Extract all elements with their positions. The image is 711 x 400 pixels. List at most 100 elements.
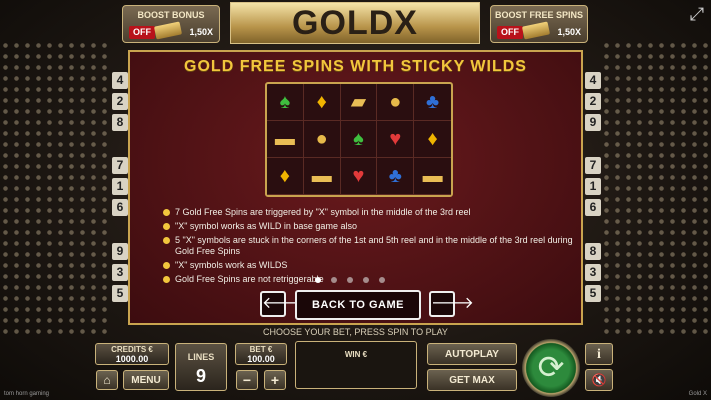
diamond-icon: ♦ bbox=[279, 165, 290, 187]
page-dot[interactable] bbox=[363, 277, 369, 283]
reel-cell: ♥ bbox=[340, 158, 378, 195]
next-page-button[interactable]: 🡒 bbox=[429, 291, 474, 317]
payline-number[interactable]: 9 bbox=[585, 114, 601, 131]
reel-cell: ♣ bbox=[377, 158, 415, 195]
spade-icon: ♠ bbox=[353, 128, 364, 150]
page-dot[interactable] bbox=[379, 277, 385, 283]
feature-item: 5 "X" symbols are stuck in the corners o… bbox=[163, 235, 573, 257]
heart-icon: ♥ bbox=[389, 128, 402, 150]
coins-icon: ● bbox=[315, 128, 328, 150]
payline-number[interactable]: 3 bbox=[112, 264, 128, 281]
reel-cell: ▬ bbox=[267, 121, 304, 158]
feature-list: 7 Gold Free Spins are triggered by "X" s… bbox=[163, 207, 573, 288]
credits-label: CREDITS € bbox=[111, 345, 153, 354]
bet-minus-button[interactable]: − bbox=[236, 370, 258, 390]
club-icon: ♣ bbox=[388, 165, 402, 187]
reel-cell: ♦ bbox=[414, 121, 451, 158]
gold-bar-icon: ▬ bbox=[274, 128, 295, 150]
payline-number[interactable]: 5 bbox=[112, 285, 128, 302]
boost-bonus-state[interactable]: OFF bbox=[129, 26, 155, 39]
payline-number[interactable]: 8 bbox=[112, 114, 128, 131]
fullscreen-icon[interactable]: ⤢ bbox=[687, 4, 707, 24]
info-button[interactable]: i bbox=[585, 343, 613, 365]
bet-plus-button[interactable]: + bbox=[264, 370, 286, 390]
reel-cell: ♠ bbox=[340, 121, 378, 158]
payline-numbers-left: 4 2 8 bbox=[112, 72, 128, 135]
payline-numbers-right: 7 1 6 bbox=[585, 157, 601, 220]
bet-display: BET € 100.00 bbox=[235, 343, 287, 365]
payline-numbers-left: 9 3 5 bbox=[112, 243, 128, 306]
prev-page-button[interactable]: 🡐 bbox=[260, 291, 305, 317]
menu-button[interactable]: MENU bbox=[123, 370, 169, 390]
gold-bar-icon: ▬ bbox=[422, 165, 443, 187]
diamond-icon: ♦ bbox=[427, 128, 438, 150]
gold-bar-icon bbox=[521, 21, 551, 40]
heart-icon: ♥ bbox=[352, 165, 365, 187]
club-icon: ♣ bbox=[426, 91, 440, 113]
payline-number[interactable]: 5 bbox=[585, 285, 601, 302]
game-logo: GOLDX bbox=[230, 2, 480, 44]
payline-number[interactable]: 1 bbox=[585, 178, 601, 195]
win-label: WIN € bbox=[344, 350, 368, 359]
home-button[interactable]: ⌂ bbox=[96, 370, 118, 390]
spin-button[interactable]: ⟳ bbox=[522, 339, 580, 397]
boost-bonus-toggle[interactable]: BOOST BONUS OFF 1,50X bbox=[122, 5, 220, 43]
coins-icon: ● bbox=[389, 91, 402, 113]
reel-cell: ♠ bbox=[267, 84, 304, 121]
payline-number[interactable]: 8 bbox=[585, 243, 601, 260]
page-dot[interactable] bbox=[347, 277, 353, 283]
payline-number[interactable]: 3 bbox=[585, 264, 601, 281]
mute-icon: 🔇 bbox=[591, 373, 607, 387]
win-display: WIN € bbox=[295, 341, 417, 389]
gold-bar-icon bbox=[153, 21, 183, 40]
reel-cell: ▬ bbox=[303, 158, 341, 195]
credits-value: 1000.00 bbox=[115, 354, 149, 364]
reel-grid: ♠ ♦ ▰ ● ♣ ▬ ● ♠ ♥ ♦ ♦ ▬ ♥ ♣ ▬ bbox=[265, 82, 453, 197]
credits-display: CREDITS € 1000.00 bbox=[95, 343, 169, 365]
reel-cell: ♥ bbox=[377, 121, 415, 158]
bet-label: BET € bbox=[249, 345, 273, 354]
payline-number[interactable]: 2 bbox=[585, 93, 601, 110]
payline-number[interactable]: 4 bbox=[112, 72, 128, 89]
game-name-label: Gold X bbox=[688, 391, 707, 397]
boost-free-spins-state[interactable]: OFF bbox=[497, 26, 523, 39]
payline-number[interactable]: 6 bbox=[585, 199, 601, 216]
boost-free-spins-multiplier: 1,50X bbox=[557, 27, 581, 37]
reel-cell: ▰ bbox=[340, 84, 378, 121]
payline-number[interactable]: 2 bbox=[112, 93, 128, 110]
spade-icon: ♠ bbox=[279, 91, 291, 113]
payline-number[interactable]: 1 bbox=[112, 178, 128, 195]
payline-number[interactable]: 4 bbox=[585, 72, 601, 89]
boost-free-spins-toggle[interactable]: BOOST FREE SPINS OFF 1,50X bbox=[490, 5, 588, 43]
reel-cell: ♦ bbox=[267, 158, 304, 195]
boost-free-spins-title: BOOST FREE SPINS bbox=[494, 10, 583, 20]
autoplay-button[interactable]: AUTOPLAY bbox=[427, 343, 517, 365]
payline-number[interactable]: 7 bbox=[585, 157, 601, 174]
lines-display: LINES 9 bbox=[175, 343, 227, 391]
page-dot[interactable] bbox=[315, 277, 321, 283]
feature-item: "X" symbols work as WILDS bbox=[163, 260, 573, 271]
sound-button[interactable]: 🔇 bbox=[585, 369, 613, 391]
gold-bar-icon: ▬ bbox=[311, 165, 332, 187]
boost-bonus-multiplier: 1,50X bbox=[189, 27, 213, 37]
bet-value: 100.00 bbox=[247, 354, 275, 364]
payline-number[interactable]: 6 bbox=[112, 199, 128, 216]
bet-hint: CHOOSE YOUR BET, PRESS SPIN TO PLAY bbox=[263, 327, 448, 337]
home-icon: ⌂ bbox=[103, 373, 111, 387]
feature-item: "X" symbol works as WILD in base game al… bbox=[163, 221, 573, 232]
provider-label: tom horn gaming bbox=[4, 391, 50, 397]
control-bar: CREDITS € 1000.00 ⌂ MENU LINES 9 BET € 1… bbox=[0, 338, 711, 400]
payline-numbers-right: 8 3 5 bbox=[585, 243, 601, 306]
get-max-button[interactable]: GET MAX bbox=[427, 369, 517, 391]
lines-label: LINES bbox=[187, 352, 215, 362]
info-panel: GOLD FREE SPINS WITH STICKY WILDS ♠ ♦ ▰ ● ♣ ▬… bbox=[128, 50, 583, 325]
lines-value: 9 bbox=[195, 366, 206, 386]
payline-number[interactable]: 7 bbox=[112, 157, 128, 174]
page-dot[interactable] bbox=[331, 277, 337, 283]
payline-number[interactable]: 9 bbox=[112, 243, 128, 260]
gold-bars-icon: ▰ bbox=[350, 91, 367, 113]
payline-numbers-left: 7 1 6 bbox=[112, 157, 128, 220]
reel-cell: ♦ bbox=[303, 84, 341, 121]
back-to-game-button[interactable]: BACK TO GAME bbox=[295, 290, 421, 320]
payline-numbers-right: 4 2 9 bbox=[585, 72, 601, 135]
